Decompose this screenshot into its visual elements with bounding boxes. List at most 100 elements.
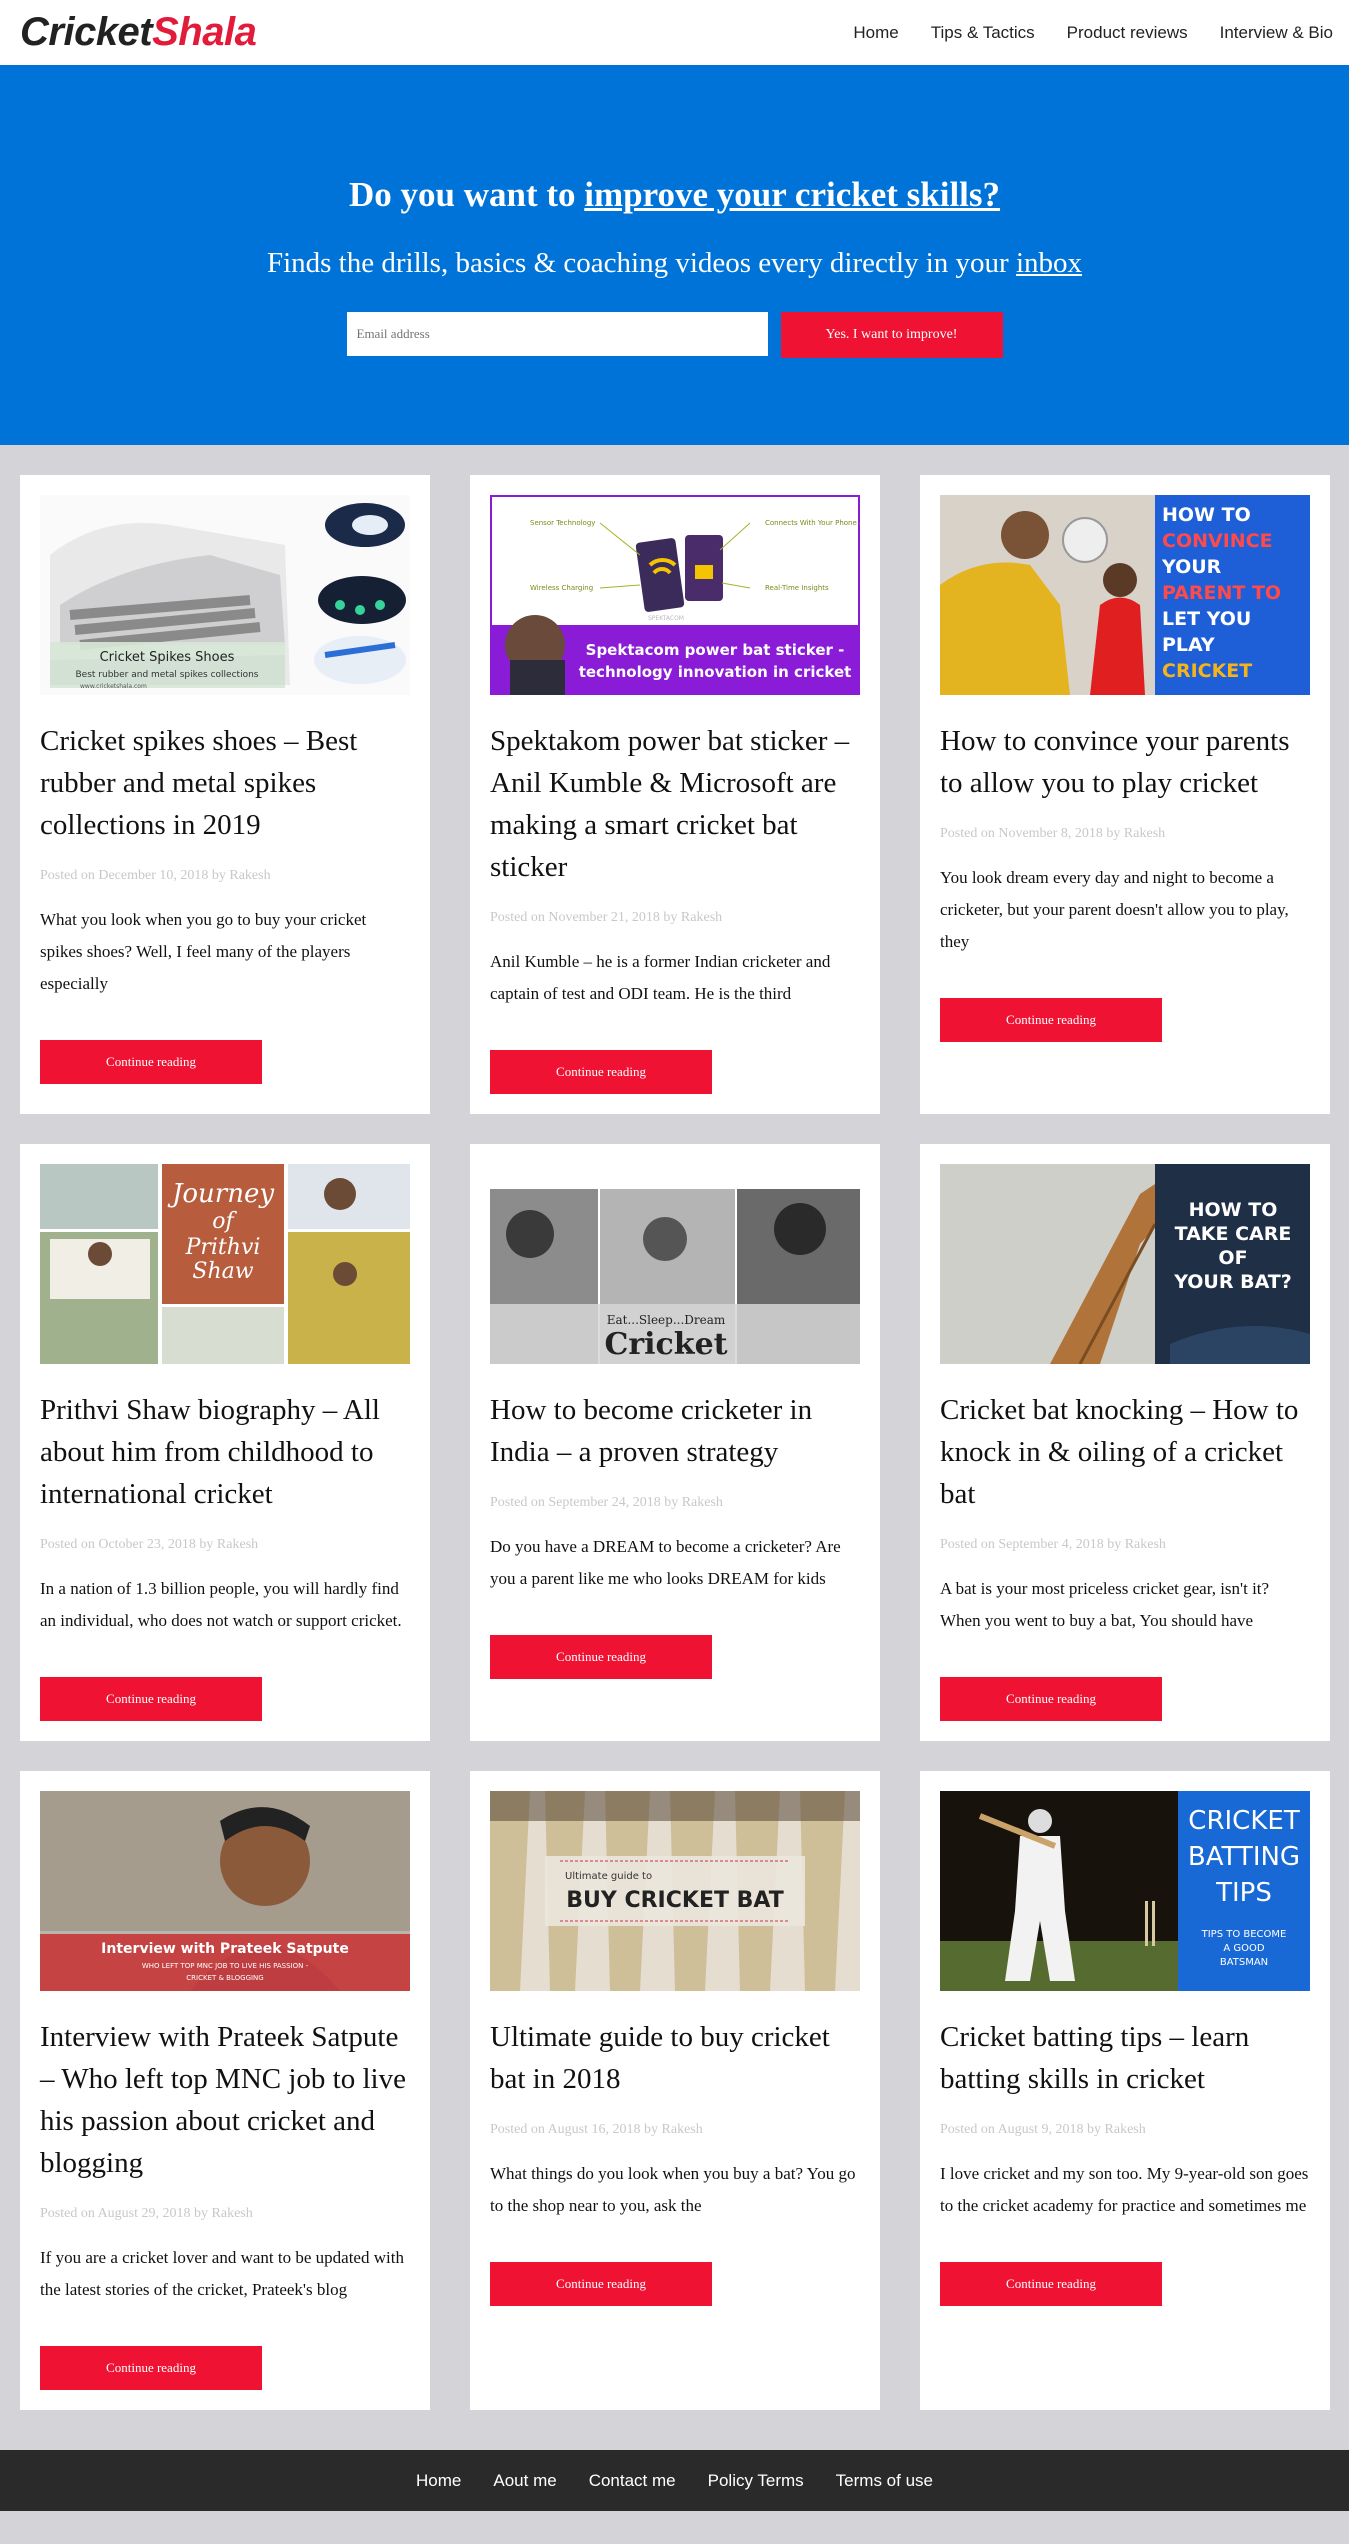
hero-title-text: Do you want to	[348, 175, 585, 214]
thumb-text: A GOOD	[1223, 1943, 1265, 1954]
continue-reading-button[interactable]: Continue reading	[490, 1635, 712, 1679]
footer-home-link[interactable]: Home	[416, 2471, 461, 2491]
post-title[interactable]: Cricket batting tips – learn batting ski…	[940, 2016, 1310, 2100]
subscribe-button[interactable]: Yes. I want to improve!	[780, 312, 1003, 358]
thumb-text: TAKE CARE	[1175, 1223, 1292, 1245]
hero-title: Do you want to improve your cricket skil…	[0, 175, 1349, 215]
post-thumbnail[interactable]: Cricket Spikes Shoes Best rubber and met…	[40, 495, 410, 695]
hero-subtitle-text: Finds the drills, basics & coaching vide…	[266, 247, 1016, 279]
post-title[interactable]: Ultimate guide to buy cricket bat in 201…	[490, 2016, 860, 2100]
site-footer: Home Aout me Contact me Policy Terms Ter…	[0, 2450, 1349, 2511]
thumb-text: Cricket	[604, 1327, 727, 1362]
thumb-text: YOUR BAT?	[1173, 1271, 1292, 1293]
post-excerpt: You look dream every day and night to be…	[940, 868, 1289, 951]
post-title[interactable]: Cricket spikes shoes – Best rubber and m…	[40, 720, 410, 846]
post-meta: Posted on August 16, 2018 by Rakesh	[490, 2122, 703, 2137]
continue-reading-button[interactable]: Continue reading	[490, 2262, 712, 2306]
continue-reading-button[interactable]: Continue reading	[940, 998, 1162, 1042]
thumb-text: www.cricketshala.com	[80, 683, 147, 690]
thumb-text: Journey	[167, 1179, 274, 1209]
nav-interview-bio[interactable]: Interview & Bio	[1220, 23, 1333, 43]
post-grid: Cricket Spikes Shoes Best rubber and met…	[0, 445, 1349, 2450]
post-title[interactable]: How to become cricketer in India – a pro…	[490, 1389, 860, 1473]
post-card: Eat...Sleep...Dream Cricket How to become…	[470, 1144, 880, 1741]
thumb-text: CRICKET & BLOGGING	[186, 1974, 263, 1982]
post-title[interactable]: Interview with Prateek Satpute – Who lef…	[40, 2016, 410, 2184]
thumb-text: Sensor Technology	[530, 519, 595, 527]
hero-inbox-link[interactable]: inbox	[1016, 247, 1082, 279]
footer-policy-link[interactable]: Policy Terms	[708, 2471, 804, 2491]
post-excerpt: Do you have a DREAM to become a crickete…	[490, 1537, 841, 1588]
post-meta: Posted on November 8, 2018 by Rakesh	[940, 826, 1166, 841]
nav-home[interactable]: Home	[853, 23, 898, 43]
continue-reading-button[interactable]: Continue reading	[940, 1677, 1162, 1721]
post-title[interactable]: Spektakom power bat sticker – Anil Kumbl…	[490, 720, 860, 888]
footer-terms-link[interactable]: Terms of use	[836, 2471, 933, 2491]
thumb-text: YOUR	[1161, 556, 1222, 578]
post-thumbnail[interactable]: Ultimate guide to BUY CRICKET BAT	[490, 1791, 860, 1991]
thumb-text: BATTING	[1188, 1842, 1300, 1872]
site-header: Cricket Shala Home Tips & Tactics Product…	[0, 0, 1349, 65]
main-nav: Home Tips & Tactics Product reviews Inte…	[853, 23, 1333, 43]
nav-tips-tactics[interactable]: Tips & Tactics	[931, 23, 1035, 43]
post-excerpt: If you are a cricket lover and want to b…	[40, 2248, 404, 2299]
thumb-text: Real-Time Insights	[765, 584, 829, 592]
footer-about-link[interactable]: Aout me	[493, 2471, 556, 2491]
thumb-text: LET YOU	[1162, 608, 1251, 630]
site-logo[interactable]: Cricket Shala	[20, 10, 257, 55]
logo-part-2: Shala	[152, 10, 257, 54]
thumb-text: BATSMAN	[1220, 1957, 1268, 1968]
thumb-text: OF	[1218, 1247, 1247, 1269]
hero-subtitle: Finds the drills, basics & coaching vide…	[0, 247, 1349, 280]
nav-product-reviews[interactable]: Product reviews	[1067, 23, 1188, 43]
post-thumbnail[interactable]: Journey of Prithvi Shaw	[40, 1164, 410, 1364]
thumb-text: TIPS	[1215, 1878, 1272, 1908]
footer-contact-link[interactable]: Contact me	[589, 2471, 676, 2491]
continue-reading-button[interactable]: Continue reading	[40, 1677, 262, 1721]
thumb-text: TIPS TO BECOME	[1201, 1929, 1287, 1940]
post-thumbnail[interactable]: HOW TO CONVINCE YOUR PARENT TO LET YOU P…	[940, 495, 1310, 695]
continue-reading-button[interactable]: Continue reading	[40, 1040, 262, 1084]
post-thumbnail[interactable]: Eat...Sleep...Dream Cricket	[490, 1164, 860, 1364]
post-card: Journey of Prithvi Shaw Prithvi Shaw bio…	[20, 1144, 430, 1741]
post-thumbnail[interactable]: CRICKET BATTING TIPS TIPS TO BECOME A GO…	[940, 1791, 1310, 1991]
continue-reading-button[interactable]: Continue reading	[490, 1050, 712, 1094]
thumb-text: technology innovation in cricket	[579, 663, 852, 681]
post-meta: Posted on October 23, 2018 by Rakesh	[40, 1537, 259, 1552]
continue-reading-button[interactable]: Continue reading	[940, 2262, 1162, 2306]
post-meta: Posted on August 9, 2018 by Rakesh	[940, 2122, 1146, 2137]
continue-reading-button[interactable]: Continue reading	[40, 2346, 262, 2390]
thumb-text: SPEKTACOM	[648, 615, 684, 622]
post-card: Interview with Prateek Satpute WHO LEFT …	[20, 1771, 430, 2410]
logo-part-1: Cricket	[20, 10, 153, 54]
post-meta: Posted on November 21, 2018 by Rakesh	[490, 910, 723, 925]
thumb-text: Wireless Charging	[530, 584, 593, 592]
post-card: Sensor Technology Connects With Your Pho…	[470, 475, 880, 1114]
post-title[interactable]: How to convince your parents to allow yo…	[940, 720, 1310, 804]
thumb-text: HOW TO	[1162, 504, 1251, 526]
thumb-text: Interview with Prateek Satpute	[101, 1941, 349, 1957]
thumb-text: CONVINCE	[1162, 530, 1273, 552]
thumb-text: PLAY	[1162, 634, 1215, 656]
post-card: HOW TO TAKE CARE OF YOUR BAT? Cricket bat…	[920, 1144, 1330, 1741]
thumb-text: HOW TO	[1189, 1199, 1278, 1221]
post-card: Ultimate guide to BUY CRICKET BAT Ultimat…	[470, 1771, 880, 2410]
thumb-text: Shaw	[192, 1259, 253, 1284]
thumb-text: WHO LEFT TOP MNC JOB TO LIVE HIS PASSION…	[142, 1962, 309, 1970]
post-excerpt: In a nation of 1.3 billion people, you w…	[40, 1579, 402, 1630]
email-input[interactable]	[346, 312, 768, 356]
post-title[interactable]: Cricket bat knocking – How to knock in &…	[940, 1389, 1310, 1515]
post-meta: Posted on September 4, 2018 by Rakesh	[940, 1537, 1166, 1552]
post-card: Cricket Spikes Shoes Best rubber and met…	[20, 475, 430, 1114]
post-title[interactable]: Prithvi Shaw biography – All about him f…	[40, 1389, 410, 1515]
post-card: CRICKET BATTING TIPS TIPS TO BECOME A GO…	[920, 1771, 1330, 2410]
post-thumbnail[interactable]: Interview with Prateek Satpute WHO LEFT …	[40, 1791, 410, 1991]
newsletter-hero: Do you want to improve your cricket skil…	[0, 65, 1349, 445]
thumb-text: Connects With Your Phone App	[765, 519, 860, 527]
post-meta: Posted on August 29, 2018 by Rakesh	[40, 2206, 253, 2221]
thumb-text: BUY CRICKET BAT	[566, 1888, 783, 1913]
post-thumbnail[interactable]: HOW TO TAKE CARE OF YOUR BAT?	[940, 1164, 1310, 1364]
thumb-text: Eat...Sleep...Dream	[607, 1313, 726, 1327]
post-thumbnail[interactable]: Sensor Technology Connects With Your Pho…	[490, 495, 860, 695]
hero-title-link[interactable]: improve your cricket skills?	[584, 175, 1000, 214]
